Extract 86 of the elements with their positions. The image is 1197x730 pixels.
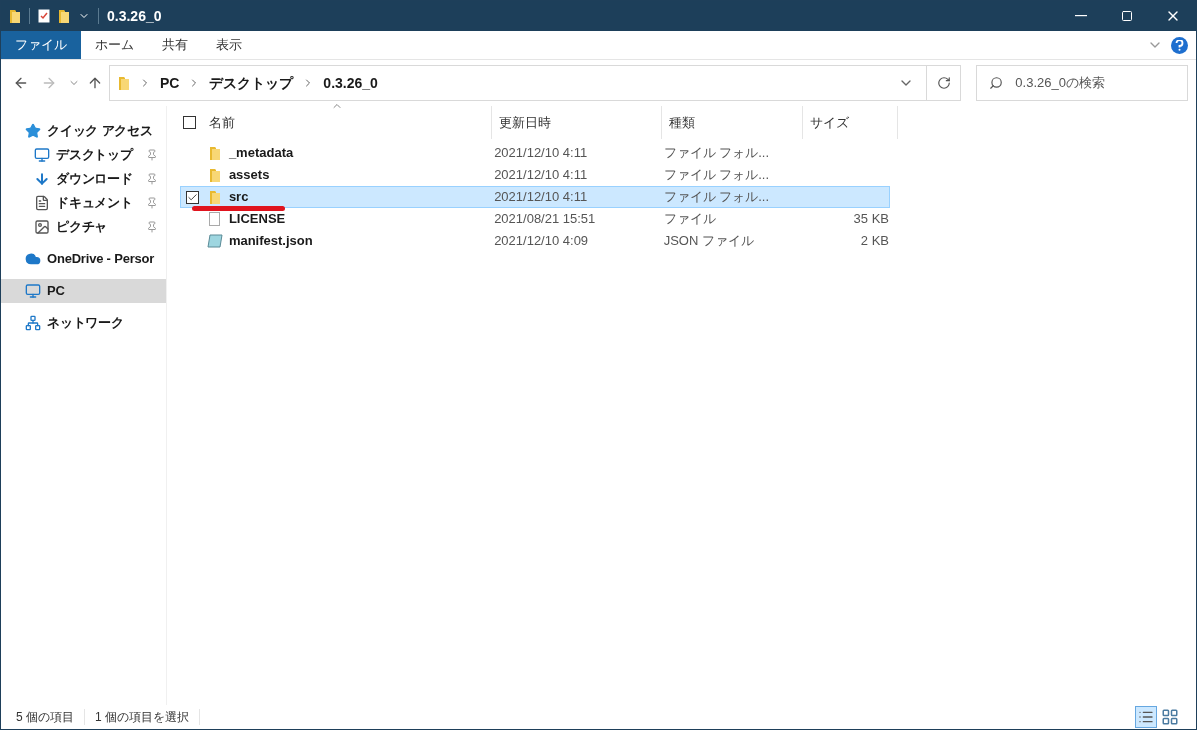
type-cell-text: JSON ファイル — [663, 232, 755, 251]
sidebar-item[interactable]: OneDrive - Persor — [1, 247, 166, 271]
checklist-icon[interactable] — [38, 9, 50, 23]
type-cell-text: ファイル — [663, 210, 717, 229]
row-checkbox[interactable] — [186, 190, 200, 204]
folder-icon — [208, 167, 221, 183]
sidebar-label: OneDrive - Persor — [47, 250, 155, 269]
sidebar-label: PC — [47, 282, 65, 301]
type-cell-text: ファイル フォル... — [663, 144, 771, 163]
file-row[interactable]: LICENSE 2021/08/21 15:51 ファイル 35 KB — [180, 208, 890, 230]
sidebar-item[interactable]: クイック アクセス — [1, 119, 166, 143]
pin-icon[interactable] — [146, 197, 158, 209]
picture-icon — [34, 219, 50, 235]
breadcrumb-item[interactable]: デスクトップ — [209, 72, 294, 94]
column-header[interactable]: 種類 — [662, 106, 803, 139]
size-cell-text: 2 KB — [859, 232, 889, 251]
ribbon-tab[interactable]: ホーム — [81, 31, 148, 59]
file-name: assets — [227, 166, 271, 185]
date-cell-text: 2021/12/10 4:11 — [494, 188, 589, 207]
file-row[interactable]: assets 2021/12/10 4:11 ファイル フォル... — [180, 164, 890, 186]
size-cell-text: 35 KB — [852, 210, 889, 229]
file-name: LICENSE — [227, 210, 287, 229]
sidebar-item[interactable]: ピクチャ — [1, 215, 166, 239]
ribbon-tab[interactable]: 共有 — [148, 31, 202, 59]
json-file-icon — [206, 234, 223, 248]
search-field[interactable]: 0.3.26_0の検索 — [1015, 73, 1176, 93]
sidebar-item[interactable]: ダウンロード — [1, 167, 166, 191]
file-name: src — [227, 188, 250, 207]
breadcrumb-item[interactable]: 0.3.26_0 — [323, 72, 378, 94]
star-icon — [25, 123, 41, 139]
sidebar-label: デスクトップ — [56, 146, 133, 165]
column-header[interactable]: 更新日時 — [492, 106, 662, 139]
sidebar-label: クイック アクセス — [47, 122, 153, 141]
selection-count: 1 個の項目を選択 — [95, 709, 190, 726]
item-count: 5 個の項目 — [16, 709, 74, 726]
search-icon[interactable] — [989, 76, 1004, 90]
sidebar-label: ドキュメント — [56, 194, 133, 213]
sidebar-label: ダウンロード — [56, 170, 133, 189]
date-cell-text: 2021/08/21 15:51 — [494, 210, 597, 229]
new-folder-icon — [58, 8, 70, 24]
monitor-icon — [34, 147, 50, 163]
refresh-icon — [936, 76, 951, 90]
type-cell-text: ファイル フォル... — [663, 188, 771, 207]
column-header[interactable]: サイズ — [803, 106, 898, 139]
select-all-checkbox[interactable] — [183, 116, 196, 129]
sidebar-item[interactable]: デスクトップ — [1, 143, 166, 167]
file-name: manifest.json — [227, 232, 314, 251]
folder-icon — [208, 189, 221, 205]
file-row[interactable]: _metadata 2021/12/10 4:11 ファイル フォル... — [180, 142, 890, 164]
pin-icon[interactable] — [146, 149, 158, 161]
pin-icon[interactable] — [146, 221, 158, 233]
document-icon — [34, 195, 50, 211]
folder-icon — [208, 145, 221, 161]
download-icon — [34, 171, 50, 187]
date-cell-text: 2021/12/10 4:11 — [494, 166, 589, 185]
ribbon-tab[interactable]: 表示 — [202, 31, 256, 59]
help-icon[interactable] — [1171, 36, 1188, 54]
cloud-icon — [25, 251, 41, 267]
sidebar-item[interactable]: PC — [1, 279, 166, 303]
file-row[interactable]: src 2021/12/10 4:11 ファイル フォル... — [180, 186, 890, 208]
breadcrumb-item[interactable]: PC — [159, 72, 180, 94]
refresh-button[interactable] — [927, 65, 962, 101]
network-icon — [25, 315, 41, 331]
pin-icon[interactable] — [146, 173, 158, 185]
window-title: 0.3.26_0 — [107, 6, 162, 26]
address-bar[interactable]: PC デスクトップ 0.3.26_0 — [108, 65, 928, 101]
search-box[interactable]: 0.3.26_0の検索 — [976, 65, 1188, 101]
maximize-icon — [1121, 10, 1133, 22]
folder-icon — [9, 8, 21, 24]
file-name: _metadata — [227, 144, 295, 163]
file-row[interactable]: manifest.json 2021/12/10 4:09 JSON ファイル 2 KB — [180, 230, 890, 252]
ribbon-tab[interactable]: ファイル — [1, 31, 81, 59]
date-cell-text: 2021/12/10 4:11 — [494, 144, 589, 163]
column-header[interactable]: 名前 — [209, 106, 492, 139]
sidebar-label: ピクチャ — [56, 218, 108, 237]
type-cell-text: ファイル フォル... — [663, 166, 771, 185]
date-cell-text: 2021/12/10 4:09 — [494, 232, 590, 251]
sidebar-item[interactable]: ドキュメント — [1, 191, 166, 215]
folder-icon — [117, 75, 130, 91]
sidebar-item[interactable]: ネットワーク — [1, 311, 166, 335]
computer-icon — [25, 283, 41, 299]
back-button[interactable] — [13, 75, 29, 91]
minimize-icon — [1075, 15, 1087, 17]
sidebar-label: ネットワーク — [47, 314, 124, 333]
file-icon — [209, 212, 221, 226]
details-view-button[interactable] — [1135, 706, 1157, 728]
